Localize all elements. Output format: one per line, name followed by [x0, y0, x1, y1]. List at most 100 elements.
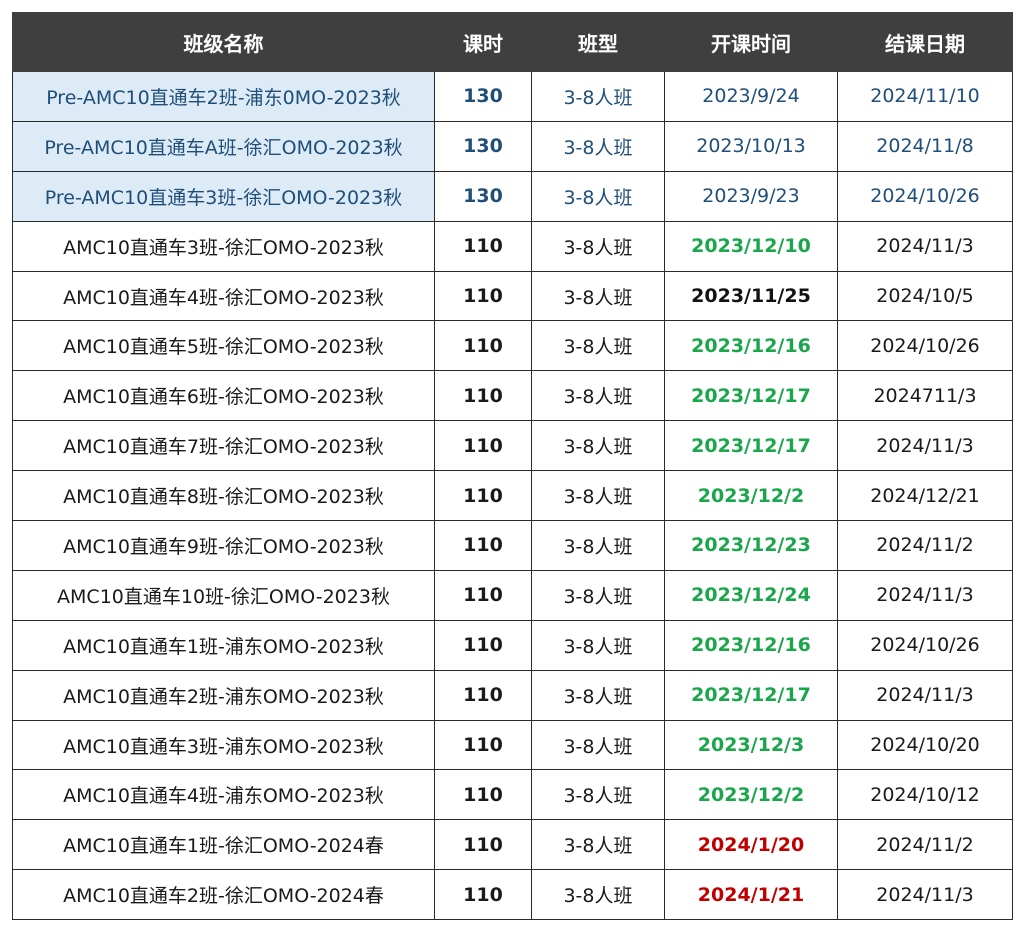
cell-end-date: 2024/10/26	[837, 170, 1013, 222]
cell-hours: 110	[434, 420, 532, 472]
header-class-type: 班型	[531, 12, 665, 72]
cell-end-date: 2024/11/10	[837, 71, 1013, 122]
cell-class-name: AMC10直通车8班-徐汇OMO-2023秋	[12, 470, 435, 522]
cell-end-date: 2024/10/26	[837, 619, 1013, 671]
cell-class-type: 3-8人班	[531, 669, 665, 721]
cell-hours: 110	[434, 569, 532, 621]
cell-class-type: 3-8人班	[531, 270, 665, 322]
table-row: AMC10直通车3班-浦东OMO-2023秋 110 3-8人班 2023/12/3 2…	[12, 719, 1013, 771]
cell-hours: 110	[434, 869, 532, 921]
cell-class-type: 3-8人班	[531, 120, 665, 172]
cell-end-date: 2024/10/20	[837, 719, 1013, 771]
cell-class-type: 3-8人班	[531, 220, 665, 272]
cell-class-type: 3-8人班	[531, 769, 665, 821]
class-schedule-container: 班级名称 课时 班型 开课时间 结课日期 Pre-AMC10直通车2班-浦东0M…	[12, 12, 1013, 921]
header-class-name: 班级名称	[12, 12, 435, 72]
cell-class-type: 3-8人班	[531, 619, 665, 671]
cell-hours: 110	[434, 819, 532, 871]
table-row: Pre-AMC10直通车3班-徐汇OMO-2023秋 130 3-8人班 2023/9…	[12, 170, 1013, 222]
cell-class-name: AMC10直通车2班-浦东OMO-2023秋	[12, 669, 435, 721]
cell-end-date: 2024/10/26	[837, 320, 1013, 372]
cell-class-name: AMC10直通车9班-徐汇OMO-2023秋	[12, 520, 435, 571]
cell-class-type: 3-8人班	[531, 320, 665, 372]
table-header-row: 班级名称 课时 班型 开课时间 结课日期	[12, 12, 1013, 72]
table-row: AMC10直通车2班-徐汇OMO-2024春 110 3-8人班 2024/1/21 2…	[12, 869, 1013, 921]
cell-class-type: 3-8人班	[531, 470, 665, 522]
cell-class-type: 3-8人班	[531, 170, 665, 222]
cell-hours: 110	[434, 220, 532, 272]
cell-end-date: 2024/10/5	[837, 270, 1013, 322]
cell-hours: 110	[434, 470, 532, 522]
cell-hours: 110	[434, 270, 532, 322]
cell-start-date: 2023/12/2	[664, 769, 838, 821]
cell-start-date: 2023/12/17	[664, 420, 838, 472]
cell-start-date: 2024/1/20	[664, 819, 838, 871]
cell-end-date: 2024/10/12	[837, 769, 1013, 821]
header-hours: 课时	[434, 12, 532, 72]
cell-hours: 130	[434, 120, 532, 172]
cell-class-name: AMC10直通车2班-徐汇OMO-2024春	[12, 869, 435, 921]
table-row: AMC10直通车3班-徐汇OMO-2023秋 110 3-8人班 2023/12/10…	[12, 220, 1013, 272]
cell-start-date: 2023/12/10	[664, 220, 838, 272]
cell-hours: 130	[434, 170, 532, 222]
cell-end-date: 2024/12/21	[837, 470, 1013, 522]
cell-start-date: 2023/12/17	[664, 370, 838, 422]
cell-end-date: 2024/11/2	[837, 520, 1013, 571]
cell-class-type: 3-8人班	[531, 719, 665, 771]
cell-class-name: AMC10直通车4班-徐汇OMO-2023秋	[12, 270, 435, 322]
cell-class-name: AMC10直通车4班-浦东OMO-2023秋	[12, 769, 435, 821]
cell-start-date: 2024/1/21	[664, 869, 838, 921]
cell-class-type: 3-8人班	[531, 420, 665, 472]
cell-end-date: 2024/11/3	[837, 220, 1013, 272]
cell-class-type: 3-8人班	[531, 869, 665, 921]
table-row: AMC10直通车5班-徐汇OMO-2023秋 110 3-8人班 2023/12/16…	[12, 320, 1013, 372]
cell-end-date: 2024/11/3	[837, 869, 1013, 921]
cell-start-date: 2023/12/2	[664, 470, 838, 522]
cell-end-date: 2024/11/3	[837, 569, 1013, 621]
cell-end-date: 2024711/3	[837, 370, 1013, 422]
header-start-date: 开课时间	[664, 12, 838, 72]
cell-start-date: 2023/12/16	[664, 619, 838, 671]
cell-end-date: 2024/11/2	[837, 819, 1013, 871]
cell-end-date: 2024/11/8	[837, 120, 1013, 172]
table-row: AMC10直通车4班-浦东OMO-2023秋 110 3-8人班 2023/12/2 2…	[12, 769, 1013, 821]
table-row: AMC10直通车4班-徐汇OMO-2023秋 110 3-8人班 2023/11/25…	[12, 270, 1013, 322]
cell-class-name: AMC10直通车1班-浦东OMO-2023秋	[12, 619, 435, 671]
table-row: AMC10直通车1班-徐汇OMO-2024春 110 3-8人班 2024/1/20 2…	[12, 819, 1013, 871]
table-row: AMC10直通车9班-徐汇OMO-2023秋 110 3-8人班 2023/12/23…	[12, 520, 1013, 571]
cell-hours: 110	[434, 520, 532, 571]
cell-class-type: 3-8人班	[531, 569, 665, 621]
cell-start-date: 2023/10/13	[664, 120, 838, 172]
cell-hours: 110	[434, 370, 532, 422]
table-row: AMC10直通车1班-浦东OMO-2023秋 110 3-8人班 2023/12/16…	[12, 619, 1013, 671]
table-body: Pre-AMC10直通车2班-浦东0MO-2023秋 130 3-8人班 2023/9…	[12, 71, 1013, 921]
cell-start-date: 2023/12/24	[664, 569, 838, 621]
cell-end-date: 2024/11/3	[837, 420, 1013, 472]
cell-hours: 110	[434, 619, 532, 671]
cell-class-name: AMC10直通车1班-徐汇OMO-2024春	[12, 819, 435, 871]
cell-class-name: Pre-AMC10直通车A班-徐汇OMO-2023秋	[12, 120, 435, 172]
cell-class-name: AMC10直通车3班-徐汇OMO-2023秋	[12, 220, 435, 272]
cell-hours: 110	[434, 320, 532, 372]
cell-class-name: AMC10直通车7班-徐汇OMO-2023秋	[12, 420, 435, 472]
cell-class-name: AMC10直通车5班-徐汇OMO-2023秋	[12, 320, 435, 372]
class-schedule-table: 班级名称 课时 班型 开课时间 结课日期 Pre-AMC10直通车2班-浦东0M…	[12, 12, 1013, 921]
table-row: Pre-AMC10直通车2班-浦东0MO-2023秋 130 3-8人班 2023/9…	[12, 71, 1013, 122]
cell-class-name: Pre-AMC10直通车3班-徐汇OMO-2023秋	[12, 170, 435, 222]
table-row: AMC10直通车7班-徐汇OMO-2023秋 110 3-8人班 2023/12/17…	[12, 420, 1013, 472]
cell-class-type: 3-8人班	[531, 71, 665, 122]
cell-class-type: 3-8人班	[531, 370, 665, 422]
table-row: AMC10直通车10班-徐汇OMO-2023秋 110 3-8人班 2023/12/2…	[12, 569, 1013, 621]
table-row: Pre-AMC10直通车A班-徐汇OMO-2023秋 130 3-8人班 2023/1…	[12, 120, 1013, 172]
cell-class-name: AMC10直通车10班-徐汇OMO-2023秋	[12, 569, 435, 621]
cell-start-date: 2023/12/17	[664, 669, 838, 721]
header-end-date: 结课日期	[837, 12, 1013, 72]
cell-class-name: Pre-AMC10直通车2班-浦东0MO-2023秋	[12, 71, 435, 122]
cell-start-date: 2023/9/23	[664, 170, 838, 222]
cell-end-date: 2024/11/3	[837, 669, 1013, 721]
cell-class-name: AMC10直通车3班-浦东OMO-2023秋	[12, 719, 435, 771]
cell-hours: 110	[434, 719, 532, 771]
cell-hours: 110	[434, 769, 532, 821]
table-row: AMC10直通车2班-浦东OMO-2023秋 110 3-8人班 2023/12/17…	[12, 669, 1013, 721]
cell-start-date: 2023/12/16	[664, 320, 838, 372]
